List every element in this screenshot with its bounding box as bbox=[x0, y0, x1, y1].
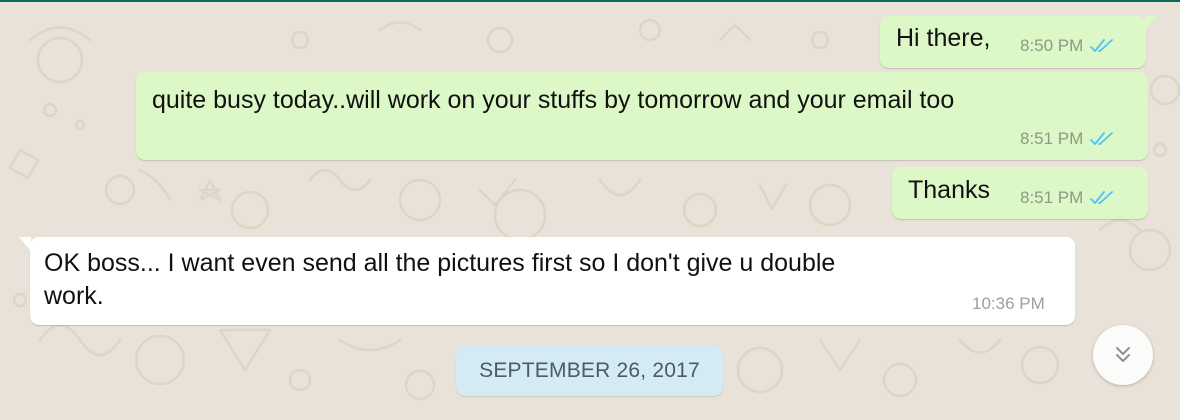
double-check-icon bbox=[1090, 132, 1114, 145]
message-text: Thanks bbox=[908, 176, 990, 204]
bubble-tail bbox=[1145, 16, 1157, 30]
message-text-line: OK boss... I want even send all the pict… bbox=[44, 249, 836, 277]
incoming-message[interactable]: OK boss... I want even send all the pict… bbox=[19, 237, 1075, 325]
message-meta: 8:51 PM bbox=[1020, 188, 1114, 208]
scroll-to-bottom-button[interactable] bbox=[1093, 325, 1153, 385]
bubble-tail bbox=[19, 237, 31, 251]
message-meta: 8:50 PM bbox=[1020, 36, 1114, 56]
message-time: 8:51 PM bbox=[1020, 129, 1084, 148]
date-separator-label: SEPTEMBER 26, 2017 bbox=[479, 359, 700, 382]
message-meta: 10:36 PM bbox=[972, 294, 1045, 314]
message-meta: 8:51 PM bbox=[1020, 129, 1114, 149]
outgoing-message[interactable]: quite busy today..will work on your stuf… bbox=[136, 72, 1148, 160]
message-time: 10:36 PM bbox=[972, 294, 1045, 313]
message-text-line: work. bbox=[44, 282, 104, 310]
message-text: quite busy today..will work on your stuf… bbox=[152, 86, 955, 114]
double-chevron-down-icon bbox=[1116, 347, 1130, 362]
header-edge bbox=[0, 0, 1180, 2]
message-text: Hi there, bbox=[896, 24, 991, 52]
double-check-icon bbox=[1090, 39, 1114, 52]
message-time: 8:50 PM bbox=[1020, 36, 1084, 55]
message-time: 8:51 PM bbox=[1020, 188, 1084, 207]
outgoing-message[interactable]: Thanks 8:51 PM bbox=[892, 167, 1148, 219]
date-separator: SEPTEMBER 26, 2017 bbox=[456, 346, 723, 396]
outgoing-message[interactable]: Hi there, 8:50 PM bbox=[880, 16, 1157, 68]
double-check-icon bbox=[1090, 191, 1114, 204]
